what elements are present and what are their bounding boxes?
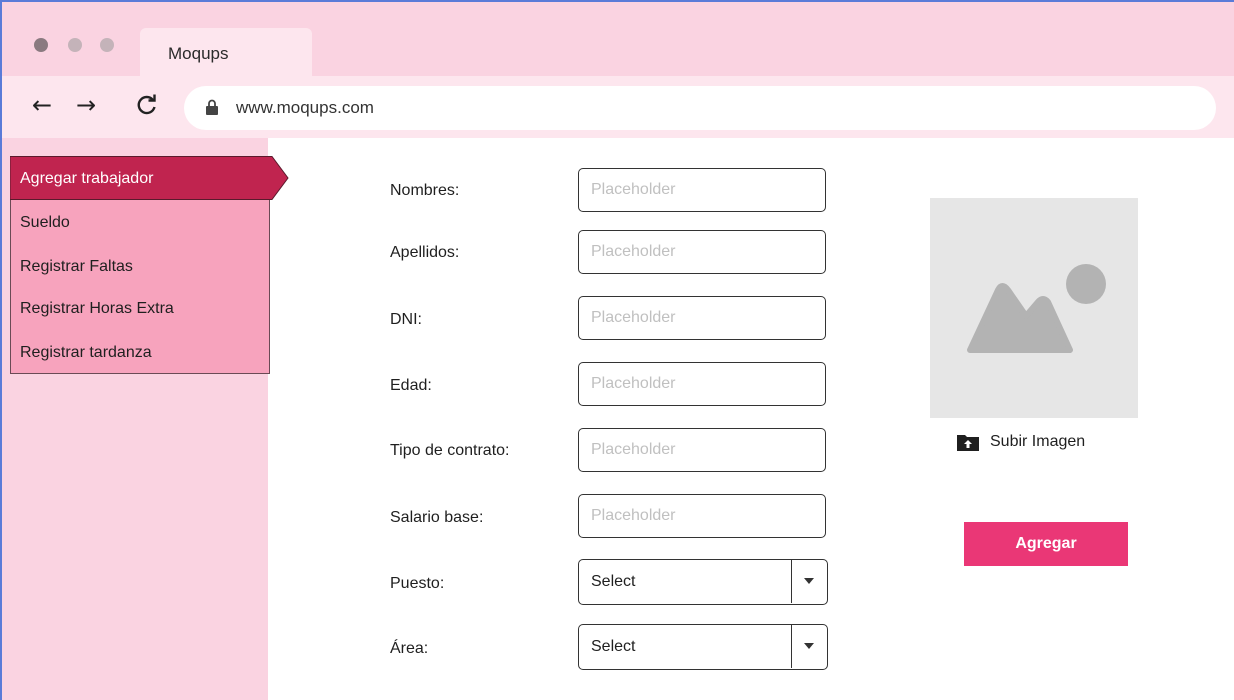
dni-input[interactable] (578, 296, 826, 340)
upload-image-label: Subir Imagen (990, 433, 1086, 450)
browser-tab-bar: Moqups (2, 2, 1234, 78)
select-value: Select (591, 638, 636, 655)
address-bar[interactable]: www.moqups.com (184, 86, 1216, 130)
tipo-de-contrato-label: Tipo de contrato: (390, 442, 510, 459)
puesto-label: Puesto: (390, 575, 445, 592)
window-close-dot[interactable] (34, 38, 48, 52)
back-arrow-icon[interactable]: ← (32, 92, 52, 118)
reload-icon[interactable] (136, 92, 158, 121)
window-minimize-dot[interactable] (68, 38, 82, 52)
dni-label: DNI: (390, 311, 422, 328)
upload-image-button[interactable]: Subir Imagen (956, 432, 1085, 457)
lock-icon (206, 99, 218, 120)
puesto-select[interactable]: Select (578, 559, 828, 605)
nombres-input[interactable] (578, 168, 826, 212)
agregar-button[interactable]: Agregar (964, 522, 1128, 566)
chevron-down-icon[interactable] (791, 625, 827, 668)
browser-tab[interactable]: Moqups (140, 28, 312, 78)
salario-base-input[interactable] (578, 494, 826, 538)
forward-arrow-icon[interactable]: → (76, 92, 96, 118)
area-label: Área: (390, 640, 429, 657)
url-text: www.moqups.com (236, 98, 374, 117)
sidebar-item-registrar-faltas[interactable]: Registrar Faltas (20, 258, 133, 276)
edad-input[interactable] (578, 362, 826, 406)
upload-folder-icon (956, 435, 980, 456)
sidebar-item-sueldo[interactable]: Sueldo (20, 214, 70, 232)
chevron-down-icon[interactable] (791, 560, 827, 603)
sidebar: Agregar trabajador Sueldo Registrar Falt… (2, 138, 289, 700)
area-select[interactable]: Select (578, 624, 828, 670)
nombres-label: Nombres: (390, 182, 460, 199)
select-value: Select (591, 573, 636, 590)
salario-base-label: Salario base: (390, 509, 484, 526)
edad-label: Edad: (390, 377, 432, 394)
apellidos-label: Apellidos: (390, 244, 460, 261)
window-maximize-dot[interactable] (100, 38, 114, 52)
apellidos-input[interactable] (578, 230, 826, 274)
sidebar-item-label: Agregar trabajador (20, 170, 154, 187)
sidebar-item-registrar-tardanza[interactable]: Registrar tardanza (20, 344, 152, 362)
tab-title: Moqups (168, 44, 229, 63)
browser-nav-bar: ← → www.moqups.com (2, 76, 1234, 138)
tipo-de-contrato-input[interactable] (578, 428, 826, 472)
sidebar-item-registrar-horas-extra[interactable]: Registrar Horas Extra (20, 300, 174, 318)
image-placeholder-icon (967, 264, 1106, 353)
image-placeholder (930, 198, 1138, 418)
sidebar-item-agregar-trabajador[interactable]: Agregar trabajador (10, 156, 289, 200)
